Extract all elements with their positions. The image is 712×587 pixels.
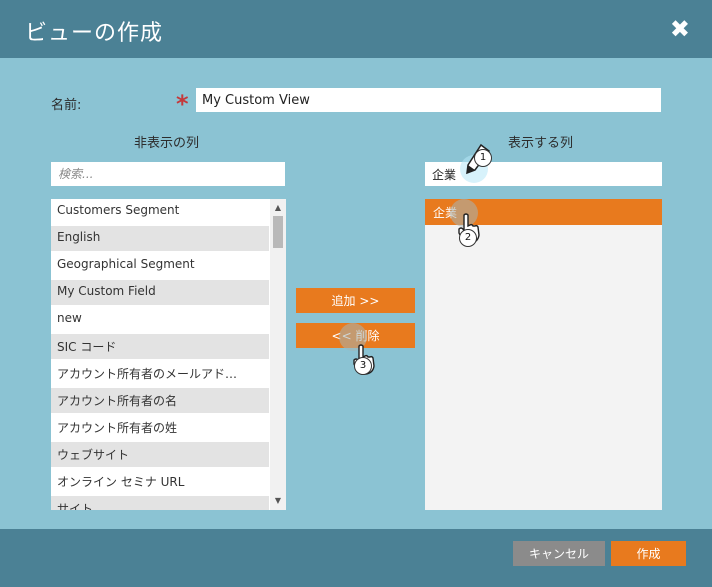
scroll-thumb[interactable] bbox=[273, 216, 283, 248]
list-item[interactable]: アカウント所有者の名 bbox=[51, 388, 269, 413]
hidden-columns-list[interactable]: Customers Segment English Geographical S… bbox=[51, 199, 286, 510]
name-label: 名前: bbox=[51, 98, 82, 113]
list-item[interactable]: new bbox=[51, 307, 269, 332]
step-number: 3 bbox=[354, 357, 372, 375]
list-item[interactable]: アカウント所有者のメールアド… bbox=[51, 361, 269, 386]
name-input[interactable] bbox=[196, 88, 661, 112]
hidden-list-scrollbar[interactable]: ▲ ▼ bbox=[270, 199, 286, 510]
scroll-down-icon[interactable]: ▼ bbox=[270, 494, 286, 508]
list-item[interactable]: SIC コード bbox=[51, 334, 269, 359]
list-item[interactable]: サイト bbox=[51, 496, 269, 510]
dialog-footer bbox=[0, 529, 712, 587]
list-item[interactable]: English bbox=[51, 226, 269, 251]
list-item[interactable]: Geographical Segment bbox=[51, 253, 269, 278]
dialog-title: ビューの作成 bbox=[25, 21, 164, 46]
required-icon: * bbox=[176, 90, 189, 118]
cancel-button[interactable]: キャンセル bbox=[513, 541, 605, 566]
create-button[interactable]: 作成 bbox=[611, 541, 686, 566]
list-item[interactable]: My Custom Field bbox=[51, 280, 269, 305]
shown-columns-label: 表示する列 bbox=[508, 136, 574, 151]
scroll-up-icon[interactable]: ▲ bbox=[270, 201, 286, 215]
step-number: 1 bbox=[474, 149, 492, 167]
close-icon[interactable]: ✖ bbox=[670, 15, 690, 43]
step-number: 2 bbox=[459, 229, 477, 247]
list-item[interactable]: アカウント所有者の姓 bbox=[51, 415, 269, 440]
dialog-header: ビューの作成 ✖ bbox=[0, 0, 712, 58]
hidden-columns-search-input[interactable] bbox=[51, 162, 285, 186]
list-item[interactable]: オンライン セミナ URL bbox=[51, 469, 269, 494]
hidden-columns-label: 非表示の列 bbox=[134, 136, 200, 151]
add-button[interactable]: 追加 >> bbox=[296, 288, 415, 313]
list-item[interactable]: ウェブサイト bbox=[51, 442, 269, 467]
list-item[interactable]: Customers Segment bbox=[51, 199, 269, 224]
